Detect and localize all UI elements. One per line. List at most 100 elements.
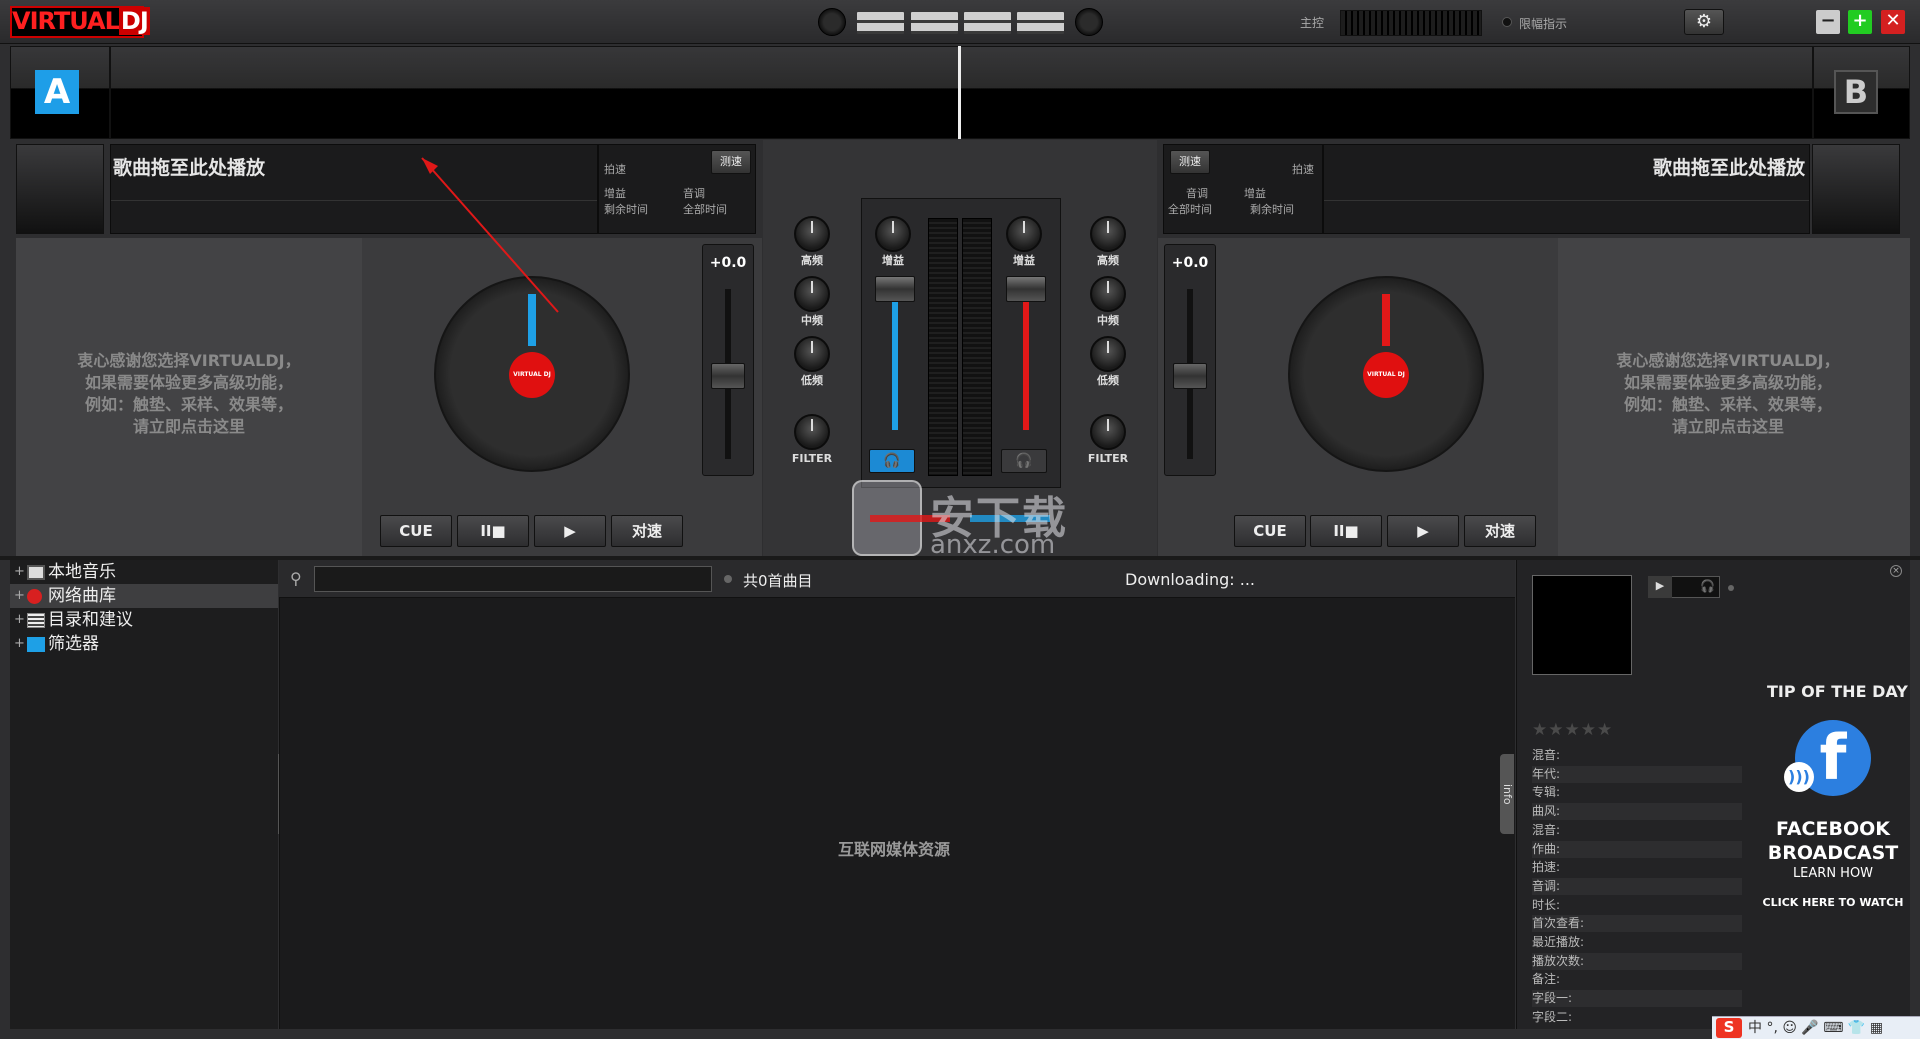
deck-a-pause-button[interactable]: II■ <box>457 515 529 547</box>
deck-a-gain-label: 增益 <box>882 254 904 267</box>
deck-b-meta-box: 测速 拍速 音调 增益 全部时间 剩余时间 <box>1163 144 1323 234</box>
deck-a-pitch-panel: +0.0 <box>702 244 754 476</box>
master-label: 主控 <box>1300 16 1325 30</box>
deck-a-platter-label: VIRTUAL DJ <box>509 352 555 398</box>
deck-b-promo-text: 衷心感谢您选择VIRTUALDJ， 如果需要体验更多高级功能， 例如：触垫、采样… <box>1558 350 1898 438</box>
tree-item-online-library[interactable]: + 网络曲库 <box>10 584 278 608</box>
close-button[interactable]: ✕ <box>1881 10 1905 34</box>
info-field-label: 专辑: <box>1532 785 1561 800</box>
deck-a-low-knob[interactable] <box>794 336 830 372</box>
info-field-label: 字段一: <box>1532 990 1742 1008</box>
expand-icon[interactable]: + <box>14 608 25 632</box>
waveform-playhead <box>958 46 961 139</box>
deck-a-title: 歌曲拖至此处播放 <box>113 157 266 179</box>
vu-meter-left <box>928 218 958 476</box>
info-field-label: 备注: <box>1532 972 1561 987</box>
ime-logo[interactable]: S <box>1716 1018 1742 1038</box>
deck-b-promo-panel[interactable]: 衷心感谢您选择VIRTUALDJ， 如果需要体验更多高级功能， 例如：触垫、采样… <box>1558 238 1910 556</box>
info-field-label: 首次查看: <box>1532 915 1742 933</box>
close-icon[interactable]: × <box>1890 565 1902 577</box>
track-list[interactable] <box>279 560 1515 1029</box>
tip-click-here-link[interactable]: CLICK HERE TO WATCH <box>1746 896 1920 909</box>
deck-a-pitch-value: +0.0 <box>709 255 747 271</box>
layout-button-1[interactable] <box>857 12 904 34</box>
layout-button-4[interactable] <box>1017 12 1064 34</box>
headphone-icon: 🎧 <box>1015 453 1033 469</box>
app-logo: VIRTUALDJ <box>10 6 150 38</box>
deck-a-high-label: 高频 <box>801 254 823 267</box>
search-icon[interactable]: ⚲ <box>290 569 302 588</box>
tip-line: BROADCAST <box>1767 842 1899 864</box>
tree-item-label: 网络曲库 <box>48 586 116 606</box>
deck-b-cue-button[interactable]: CUE <box>1234 515 1306 547</box>
promo-line: 请立即点击这里 <box>1671 417 1784 436</box>
ime-status-text[interactable]: 中 °, ☺ 🎤 ⌨ 👕 ▦ <box>1748 1020 1883 1036</box>
deck-b-tap-button[interactable]: 测速 <box>1170 150 1210 174</box>
info-toggle-tab[interactable]: info <box>1500 754 1514 834</box>
rating-stars[interactable]: ★★★★★ <box>1532 720 1613 740</box>
prelisten-volume-dot[interactable] <box>1728 585 1734 591</box>
deck-b-mid-knob[interactable] <box>1090 276 1126 312</box>
deck-b-jog-indicator <box>1382 294 1390 346</box>
deck-b-high-knob[interactable] <box>1090 216 1126 252</box>
deck-a-gain-knob[interactable] <box>875 216 911 252</box>
count-indicator <box>724 575 732 583</box>
deck-a-high-knob[interactable] <box>794 216 830 252</box>
info-field-label: 年代: <box>1532 765 1742 783</box>
tree-item-local-music[interactable]: + 本地音乐 <box>10 560 278 584</box>
computer-icon <box>27 565 45 580</box>
deck-b-badge[interactable]: B <box>1834 70 1878 114</box>
deck-b-play-button[interactable]: ▶ <box>1387 515 1459 547</box>
tip-learn-how[interactable]: LEARN HOW <box>1760 866 1906 881</box>
deck-a-bpm-label: 拍速 <box>604 163 626 176</box>
deck-b-low-knob[interactable] <box>1090 336 1126 372</box>
expand-icon[interactable]: + <box>14 632 25 656</box>
deck-b-volume-fader[interactable] <box>1006 276 1046 302</box>
deck-b-pause-button[interactable]: II■ <box>1310 515 1382 547</box>
deck-b-pitch-panel: +0.0 <box>1164 244 1216 476</box>
tree-item-lists-advice[interactable]: + 目录和建议 <box>10 608 278 632</box>
download-status: Downloading: ... <box>1125 570 1256 589</box>
vu-meter-right <box>962 218 992 476</box>
annotation-arrow <box>421 157 559 313</box>
tree-item-filters[interactable]: + 筛选器 <box>10 632 278 656</box>
layout-dot-right[interactable] <box>1075 8 1103 36</box>
deck-b-sync-button[interactable]: 对速 <box>1464 515 1536 547</box>
deck-a-play-button[interactable]: ▶ <box>534 515 606 547</box>
expand-icon[interactable]: + <box>14 560 25 584</box>
layout-button-2[interactable] <box>911 12 958 34</box>
maximize-button[interactable]: + <box>1848 10 1872 34</box>
deck-b-pitch-slider[interactable] <box>1173 363 1207 389</box>
layout-button-3[interactable] <box>964 12 1011 34</box>
layout-dot-left[interactable] <box>818 8 846 36</box>
broadcast-icon: ))) <box>1784 762 1814 792</box>
deck-a-sync-button[interactable]: 对速 <box>611 515 683 547</box>
deck-a-mid-knob[interactable] <box>794 276 830 312</box>
deck-a-gain-label: 增益 <box>604 187 626 200</box>
info-field-label: 曲风: <box>1532 803 1742 821</box>
deck-b-key-label: 音调 <box>1186 187 1208 200</box>
deck-b-headphone-button[interactable]: 🎧 <box>1001 449 1047 473</box>
deck-a-pitch-slider[interactable] <box>711 363 745 389</box>
search-input[interactable] <box>314 566 712 592</box>
deck-b-filter-knob[interactable] <box>1090 414 1126 450</box>
headphone-icon: 🎧 <box>1700 579 1715 593</box>
deck-a-volume-fader[interactable] <box>875 276 915 302</box>
deck-a-badge[interactable]: A <box>35 70 79 114</box>
settings-button[interactable]: ⚙ <box>1684 9 1724 35</box>
deck-a-filter-knob[interactable] <box>794 414 830 450</box>
deck-a-cover[interactable] <box>16 144 104 234</box>
promo-line: 例如：触垫、采样、效果等， <box>84 395 293 414</box>
filter-icon <box>27 637 45 652</box>
prelisten-play-button[interactable]: ▶ <box>1648 576 1672 598</box>
deck-b-cover[interactable] <box>1812 144 1900 234</box>
deck-a-promo-panel[interactable]: 衷心感谢您选择VIRTUALDJ， 如果需要体验更多高级功能， 例如：触垫、采样… <box>16 238 362 556</box>
expand-icon[interactable]: + <box>14 584 25 608</box>
deck-a-headphone-button[interactable]: 🎧 <box>869 449 915 473</box>
deck-b-platter-label: VIRTUAL DJ <box>1363 352 1409 398</box>
deck-b-title-box[interactable]: 歌曲拖至此处播放 <box>1323 144 1810 234</box>
minimize-button[interactable]: − <box>1816 10 1840 34</box>
deck-b-gain-knob[interactable] <box>1006 216 1042 252</box>
deck-a-cue-button[interactable]: CUE <box>380 515 452 547</box>
deck-a-tap-button[interactable]: 测速 <box>711 150 751 174</box>
